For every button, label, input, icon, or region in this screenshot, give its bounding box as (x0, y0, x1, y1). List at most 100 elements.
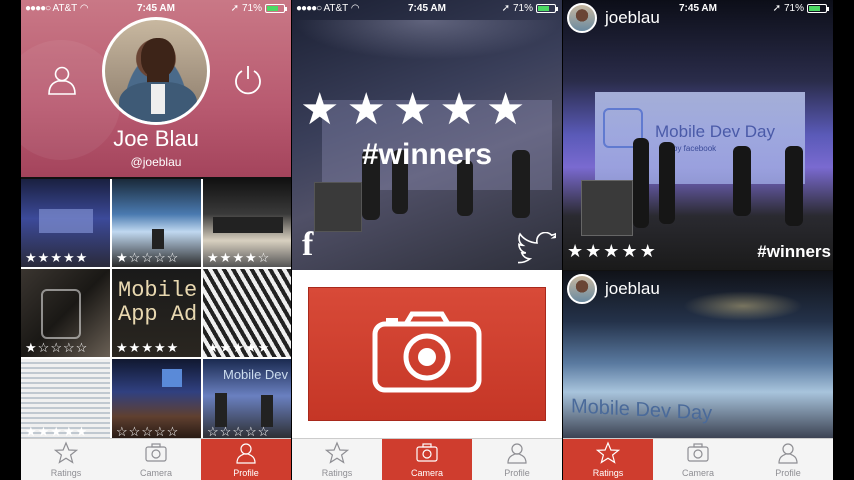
star-empty-icon: ☆ (128, 424, 141, 439)
rating-stars: ★ ★ ★ ★ ☆ (207, 251, 269, 264)
battery-icon (536, 4, 558, 13)
star-filled-icon: ★ (392, 85, 433, 134)
star-filled-icon: ★ (485, 85, 526, 134)
star-icon (53, 441, 79, 468)
tab-profile[interactable]: Profile (743, 439, 833, 480)
star-filled-icon: ★ (346, 85, 386, 134)
profile-header: Joe Blau @joeblau (21, 0, 291, 177)
tab-bar: Ratings Camera Profile (21, 438, 291, 480)
photo-thumbnail[interactable]: ★ ☆ ☆ ☆ ☆ (21, 269, 110, 357)
hashtag-caption: #winners (757, 242, 831, 261)
tab-profile[interactable]: Profile (472, 439, 562, 480)
star-filled-icon: ★ (300, 85, 340, 134)
star-filled-icon: ★ (153, 340, 166, 355)
photo-thumbnail[interactable]: ★ ★ ★ ★ ★ (21, 179, 110, 267)
star-empty-icon: ☆ (141, 424, 153, 439)
rating-stars[interactable]: ★ ★ ★ ★ ★ (300, 88, 525, 132)
share-screen: ★ ★ ★ ★ ★ #winners f ●●●●○ AT&T ◠ 7:45 AM ➚ 7… (292, 0, 562, 480)
location-arrow-icon: ➚ (501, 3, 510, 14)
star-icon (324, 441, 350, 468)
tab-ratings[interactable]: Ratings (292, 439, 382, 480)
star-empty-icon: ☆ (153, 424, 166, 439)
star-filled-icon: ★ (50, 250, 62, 265)
star-filled-icon: ★ (128, 340, 141, 355)
twitter-icon[interactable] (517, 231, 560, 264)
tab-label: Camera (681, 468, 714, 478)
star-empty-icon: ☆ (219, 424, 232, 439)
feed-item[interactable]: Mobile Dev Day by facebook joeblau ★ ★ ★ ★ ★… (563, 0, 833, 270)
star-filled-icon: ★ (244, 340, 257, 355)
tab-camera[interactable]: Camera (382, 439, 472, 480)
tab-label: Ratings (50, 468, 82, 478)
tab-label: Camera (410, 468, 443, 478)
star-filled-icon: ★ (439, 85, 479, 134)
tab-bar: Ratings Camera Profile (292, 438, 562, 480)
profile-avatar[interactable] (102, 17, 210, 125)
star-filled-icon: ★ (219, 250, 232, 265)
person-icon[interactable] (47, 64, 77, 96)
camera-icon (144, 441, 168, 468)
photo-thumbnail[interactable]: ☆ ☆ ☆ ☆ ☆ (112, 359, 201, 441)
star-filled-icon: ★ (621, 241, 638, 261)
star-filled-icon: ★ (207, 250, 219, 265)
tab-label: Ratings (321, 468, 353, 478)
star-filled-icon: ★ (603, 241, 620, 261)
camera-icon (415, 441, 439, 468)
rating-stars: ★ ★ ★ ★ ★ (207, 341, 269, 354)
star-filled-icon: ★ (639, 241, 656, 261)
photo-thumbnail[interactable]: ★ ★ ★ ★ ★ (21, 359, 110, 441)
status-bar: ●●●●○ AT&T ◠ 7:45 AM ➚ 71% (292, 0, 562, 18)
star-filled-icon: ★ (25, 250, 37, 265)
location-arrow-icon: ➚ (230, 3, 239, 14)
power-icon[interactable] (233, 64, 263, 96)
star-filled-icon: ★ (25, 424, 37, 439)
person-icon (776, 441, 800, 468)
status-bar: ●●●●○ AT&T ◠ 7:45 AM ➚ 71% (21, 0, 291, 18)
star-empty-icon: ☆ (257, 424, 270, 439)
star-filled-icon: ★ (141, 340, 153, 355)
star-empty-icon: ☆ (37, 340, 50, 355)
profile-name: Joe Blau (113, 126, 199, 151)
rating-stars: ★ ★ ★ ★ ★ (25, 425, 87, 438)
feed-user[interactable]: joeblau (567, 274, 660, 304)
star-empty-icon: ☆ (62, 340, 75, 355)
photo-text: Mobile Dev (223, 367, 289, 382)
person-icon (505, 441, 529, 468)
battery-icon (807, 4, 829, 13)
star-filled-icon: ★ (62, 424, 75, 439)
star-filled-icon: ★ (116, 340, 128, 355)
tab-label: Profile (775, 468, 801, 478)
tab-label: Profile (504, 468, 530, 478)
star-filled-icon: ★ (25, 340, 37, 355)
tab-profile[interactable]: Profile (201, 439, 291, 480)
star-filled-icon: ★ (166, 340, 179, 355)
star-filled-icon: ★ (75, 250, 88, 265)
feed-username: joeblau (605, 279, 660, 298)
tab-camera[interactable]: Camera (111, 439, 201, 480)
stage-sign: Mobile Dev Day (655, 122, 775, 141)
star-filled-icon: ★ (257, 340, 270, 355)
person-icon (234, 441, 258, 468)
star-empty-icon: ☆ (75, 340, 88, 355)
star-filled-icon: ★ (244, 250, 257, 265)
photo-thumbnail[interactable]: Mobile App Ad ★ ★ ★ ★ ★ (112, 269, 201, 357)
star-filled-icon: ★ (37, 424, 50, 439)
photo-thumbnail[interactable]: ★ ★ ★ ★ ★ (203, 269, 291, 357)
photo-thumbnail[interactable]: Mobile Dev ☆ ☆ ☆ ☆ ☆ (203, 359, 291, 441)
facebook-icon[interactable]: f (302, 226, 313, 264)
photo-thumbnail[interactable]: ★ ☆ ☆ ☆ ☆ (112, 179, 201, 267)
photo-thumbnail[interactable]: ★ ★ ★ ★ ☆ (203, 179, 291, 267)
feed-item[interactable]: Mobile Dev Day joeblau (563, 271, 833, 439)
rating-stars: ★ ☆ ☆ ☆ ☆ (116, 251, 178, 264)
tab-ratings[interactable]: Ratings (563, 439, 653, 480)
tab-label: Profile (233, 468, 259, 478)
tab-label: Ratings (592, 468, 624, 478)
camera-area (292, 270, 562, 438)
star-filled-icon: ★ (585, 241, 602, 261)
take-photo-button[interactable] (308, 287, 546, 421)
tab-camera[interactable]: Camera (653, 439, 743, 480)
tab-ratings[interactable]: Ratings (21, 439, 111, 480)
photo-text: Mobile App Ad (118, 278, 198, 327)
stage-sign: Mobile Dev Day (571, 395, 713, 425)
star-filled-icon: ★ (50, 424, 62, 439)
